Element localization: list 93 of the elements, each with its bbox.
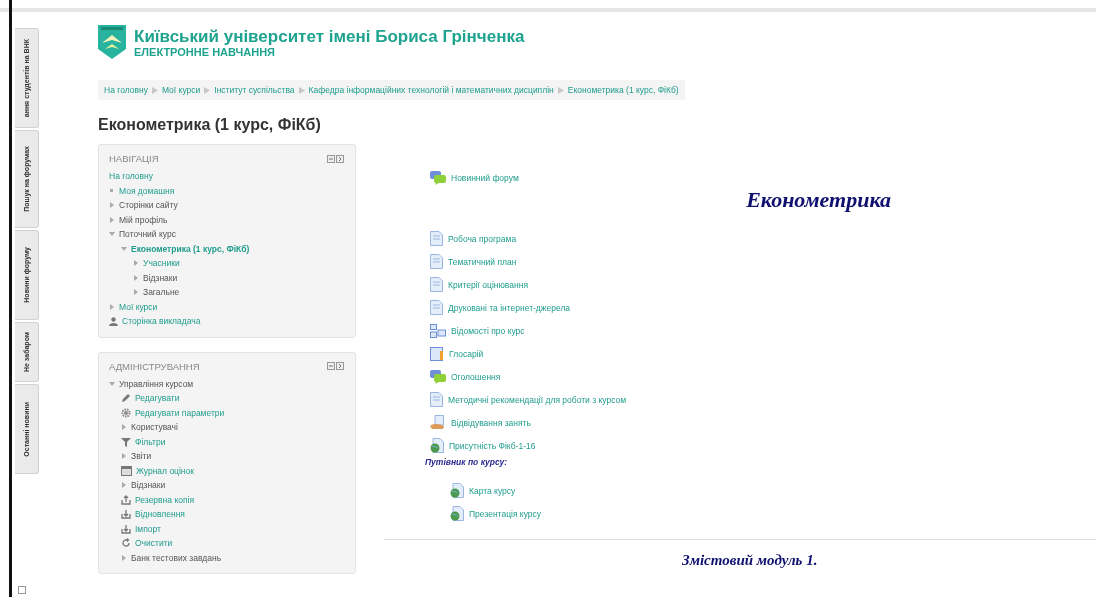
breadcrumb-separator-icon	[557, 86, 564, 94]
activity-link[interactable]: Новинний форум	[451, 172, 519, 183]
collapsed-arrow-icon[interactable]	[109, 216, 115, 223]
nav-item[interactable]: Користувачі	[131, 422, 178, 433]
refresh-icon	[121, 538, 131, 549]
chat-bubbles-icon	[430, 369, 446, 384]
nav-item[interactable]: Мій профіль	[119, 214, 168, 225]
block-title: АДМІНІСТРУВАННЯ	[109, 360, 200, 372]
document-icon	[430, 392, 443, 407]
nav-link[interactable]: Редагувати	[135, 393, 180, 404]
collapsed-arrow-icon[interactable]	[121, 424, 127, 431]
person-icon	[109, 316, 118, 326]
nav-item[interactable]: Сторінки сайту	[119, 200, 178, 211]
expanded-arrow-icon[interactable]	[109, 231, 115, 238]
collapsed-arrow-icon[interactable]	[109, 202, 115, 209]
breadcrumb-link[interactable]: Кафедра інформаційних технологій і математичних дисциплін	[308, 85, 554, 95]
nav-link[interactable]: Сторінка викладача	[122, 316, 201, 327]
nav-link[interactable]: Відновлення	[135, 509, 185, 520]
expanded-arrow-icon[interactable]	[121, 245, 127, 252]
download-icon	[121, 523, 131, 534]
activity-link[interactable]: Критерії оцінювання	[448, 279, 528, 290]
upload-icon	[121, 494, 131, 505]
collapsed-arrow-icon[interactable]	[121, 554, 127, 561]
activity-link[interactable]: Друковані та інтернет-джерела	[448, 302, 571, 313]
chat-bubbles-icon	[430, 170, 446, 185]
hand-document-icon	[430, 415, 446, 430]
breadcrumb-link[interactable]: На головну	[104, 85, 148, 95]
university-shield-logo	[98, 25, 126, 59]
nav-item[interactable]: Банк тестових завдань	[131, 552, 222, 563]
activity-link[interactable]: Присутність Фікб-1-16	[449, 440, 536, 451]
page-title: Економетрика (1 курс, ФіКб)	[98, 116, 322, 134]
activity-link[interactable]: Тематичний план	[448, 256, 517, 267]
breadcrumb-link[interactable]: Мої курси	[161, 85, 201, 95]
site-subtitle: ЕЛЕКТРОННЕ НАВЧАННЯ	[134, 45, 276, 58]
nav-link[interactable]: Мої курси	[119, 301, 158, 312]
nav-link[interactable]: Імпорт	[135, 523, 161, 534]
collapsed-arrow-icon[interactable]	[121, 453, 127, 460]
activity-link[interactable]: Робоча програма	[448, 233, 517, 244]
nav-link[interactable]: Редагувати параметри	[135, 407, 225, 418]
document-icon	[430, 300, 443, 315]
download-icon	[121, 509, 131, 520]
nav-item[interactable]: Управління курсом	[119, 378, 194, 389]
activity-link[interactable]: Методичні рекомендації для роботи з курсом	[448, 394, 627, 405]
collapsed-arrow-icon[interactable]	[133, 260, 139, 267]
filter-icon	[121, 436, 131, 447]
nav-item[interactable]: Звіти	[131, 451, 152, 462]
module-heading: Змістовий модуль 1.	[681, 552, 819, 569]
section-label: Путівник по курсу:	[424, 457, 509, 469]
document-icon	[430, 277, 443, 292]
nav-item[interactable]: Поточний курс	[119, 229, 176, 240]
nav-item[interactable]: Відзнаки	[131, 480, 166, 491]
collapsed-arrow-icon[interactable]	[109, 303, 115, 310]
nav-link[interactable]: Економетрика (1 курс, ФіКб)	[131, 243, 250, 254]
nav-link[interactable]: Журнал оцінок	[136, 465, 194, 476]
collapsed-arrow-icon[interactable]	[121, 482, 127, 489]
nav-link[interactable]: На головну	[109, 171, 153, 182]
nav-link[interactable]: Моя домашня	[119, 185, 175, 196]
block-title: НАВІГАЦІЯ	[109, 153, 159, 164]
nav-item[interactable]: Відзнаки	[143, 272, 178, 283]
dock-toggle-icon[interactable]	[18, 586, 26, 594]
gear-icon	[121, 407, 131, 418]
breadcrumb-separator-icon	[151, 86, 158, 94]
nav-link[interactable]: Учасники	[143, 258, 180, 269]
document-icon	[430, 254, 443, 269]
breadcrumb-separator-icon	[298, 86, 305, 94]
block-controls-icon[interactable]	[327, 154, 345, 163]
nav-link[interactable]: Резервна копія	[135, 494, 195, 505]
activity-link[interactable]: Відвідування занять	[451, 417, 531, 428]
university-title: Київський університет імені Бориса Грінченка	[134, 26, 525, 46]
document-icon	[430, 231, 443, 246]
breadcrumb-link[interactable]: Інститут суспільства	[214, 85, 295, 95]
activity-link[interactable]: Глосарій	[449, 348, 484, 359]
breadcrumb-link[interactable]: Економетрика (1 курс, ФіКб)	[567, 85, 679, 95]
activity-link[interactable]: Карта курсу	[469, 485, 516, 496]
folders-icon	[430, 323, 446, 338]
table-icon	[121, 465, 132, 476]
activity-link[interactable]: Презентація курсу	[469, 508, 542, 519]
nav-item[interactable]: Загальне	[143, 287, 180, 298]
globe-document-icon	[430, 438, 444, 453]
activity-link[interactable]: Оголошення	[451, 371, 501, 382]
globe-document-icon	[450, 483, 464, 498]
nav-link[interactable]: Очистити	[135, 538, 173, 549]
glossary-icon	[430, 346, 444, 361]
pencil-icon	[121, 393, 131, 404]
breadcrumb-separator-icon	[204, 86, 211, 94]
collapsed-arrow-icon[interactable]	[133, 289, 139, 296]
activity-link[interactable]: Відомості про курс	[451, 325, 525, 336]
block-controls-icon[interactable]	[327, 362, 345, 370]
globe-document-icon	[450, 506, 464, 521]
collapsed-arrow-icon[interactable]	[133, 274, 139, 281]
course-heading: Економетрика	[745, 187, 892, 213]
nav-link[interactable]: Фільтри	[135, 436, 166, 447]
expanded-arrow-icon[interactable]	[109, 380, 115, 387]
